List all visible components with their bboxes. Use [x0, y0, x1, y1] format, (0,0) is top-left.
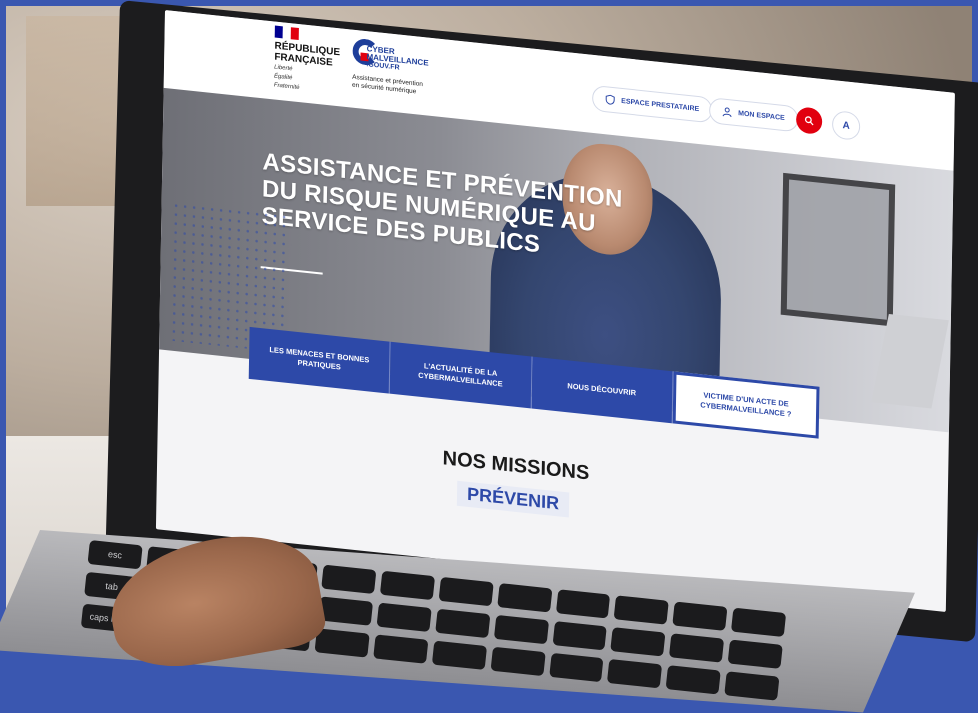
keyboard-key: [607, 658, 663, 689]
keyboard-key: [373, 634, 429, 664]
accessibility-button[interactable]: A: [831, 110, 861, 141]
keyboard-key: [672, 601, 728, 631]
keyboard-key: esc: [87, 540, 143, 570]
keyboard-key: [614, 595, 670, 625]
keyboard-key: [493, 614, 549, 645]
keyboard-key: [665, 665, 721, 695]
keyboard-key: [318, 596, 374, 626]
french-flag-icon: [274, 25, 299, 41]
republique-francaise-logo[interactable]: RÉPUBLIQUE FRANÇAISE Liberté Égalité Fra…: [274, 25, 340, 96]
keyboard-key: [724, 671, 780, 701]
background-monitor: [871, 313, 949, 409]
shield-icon: [605, 94, 615, 105]
keyboard-key: [552, 621, 608, 651]
laptop-screen: RÉPUBLIQUE FRANÇAISE Liberté Égalité Fra…: [155, 10, 955, 613]
missions-title: NOS MISSIONS: [442, 447, 590, 485]
keyboard-key: [431, 640, 487, 670]
background-window: [780, 172, 896, 327]
user-icon: [722, 107, 732, 118]
keyboard-key: [555, 589, 611, 619]
keyboard-key: [731, 607, 787, 638]
keyboard-key: [497, 583, 553, 613]
keyboard-key: [669, 633, 725, 663]
espace-prestataire-label: ESPACE PRESTATAIRE: [621, 97, 700, 113]
search-icon: [804, 116, 814, 126]
cybermalveillance-title: CYBER MALVEILLANCE .GOUV.FR: [366, 44, 428, 75]
mon-espace-button[interactable]: MON ESPACE: [708, 97, 798, 133]
keyboard-key: [438, 576, 494, 607]
missions-subtitle: PRÉVENIR: [456, 480, 570, 518]
keyboard-key: [380, 570, 436, 601]
keyboard-key: [548, 652, 604, 683]
keyboard-key: [435, 608, 491, 639]
cybermalveillance-tagline: Assistance et prévention en sécurité num…: [352, 74, 462, 102]
keyboard-key: [727, 639, 783, 669]
keyboard-key: [321, 564, 377, 594]
keyboard-key: [610, 627, 666, 657]
mon-espace-label: MON ESPACE: [738, 109, 785, 122]
keyboard-key: [490, 646, 546, 677]
espace-prestataire-button[interactable]: ESPACE PRESTATAIRE: [591, 84, 713, 124]
cybermalveillance-logo[interactable]: CYBER MALVEILLANCE .GOUV.FR Assistance e…: [352, 37, 463, 95]
search-button[interactable]: [795, 106, 823, 135]
keyboard-key: [376, 602, 432, 632]
keyboard-key: [314, 628, 370, 658]
